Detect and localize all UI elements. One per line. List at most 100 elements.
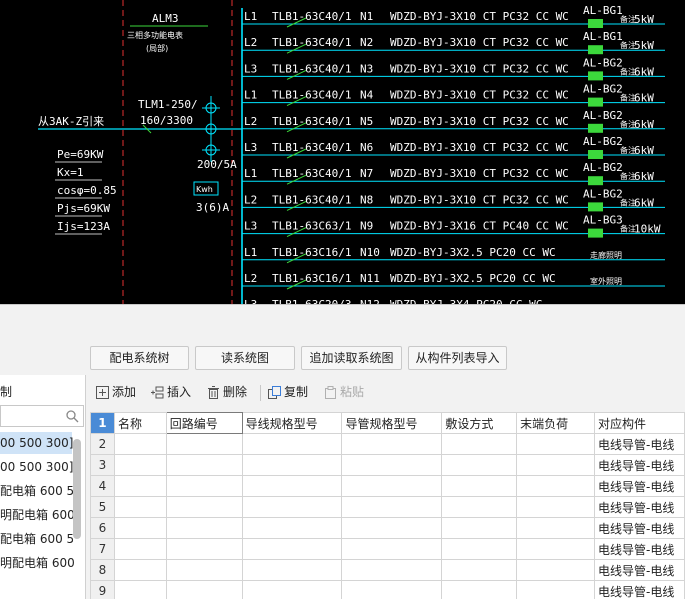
distribution-tree-button[interactable]: 配电系统树 <box>90 346 189 370</box>
table-cell[interactable] <box>441 475 518 497</box>
table-cell[interactable] <box>341 517 443 539</box>
tree-item-cabinet[interactable]: 明配电箱 600 <box>0 504 75 526</box>
table-row[interactable]: 1 名称 回路编号 导线规格型号 导管规格型号 敷设方式 末端负荷 对应构件 <box>90 412 685 434</box>
table-cell[interactable] <box>241 496 343 518</box>
table-cell[interactable] <box>113 538 167 560</box>
table-cell[interactable] <box>113 580 167 599</box>
table-row[interactable]: 2 电线导管-电线 <box>90 433 685 455</box>
add-button[interactable]: 添加 <box>96 383 136 401</box>
tree-item-cabinet[interactable]: 配电箱 600 5 <box>0 480 74 502</box>
table-cell[interactable] <box>241 580 343 599</box>
table-cell[interactable] <box>341 454 443 476</box>
table-cell[interactable] <box>113 433 167 455</box>
table-cell[interactable] <box>441 580 518 599</box>
table-cell[interactable] <box>165 475 243 497</box>
row-number[interactable]: 7 <box>90 538 115 560</box>
table-cell[interactable]: 电线导管-电线 <box>594 454 685 476</box>
table-cell[interactable]: 电线导管-电线 <box>594 475 685 497</box>
table-cell[interactable] <box>441 454 518 476</box>
import-from-list-button[interactable]: 从构件列表导入 <box>408 346 507 370</box>
row-number[interactable]: 2 <box>90 433 115 455</box>
paste-button[interactable]: 粘贴 <box>324 383 364 401</box>
table-row[interactable]: 9 电线导管-电线 <box>90 580 685 599</box>
table-cell[interactable] <box>241 454 343 476</box>
tree-item-cabinet[interactable]: 00 500 300] <box>0 456 73 478</box>
row-number[interactable]: 4 <box>90 475 115 497</box>
table-cell[interactable] <box>165 538 243 560</box>
table-cell[interactable] <box>441 517 518 539</box>
table-cell[interactable]: 电线导管-电线 <box>594 538 685 560</box>
tree-item-cabinet[interactable]: 00 500 300] <box>0 432 73 454</box>
circuit-grid[interactable]: 1 名称 回路编号 导线规格型号 导管规格型号 敷设方式 末端负荷 对应构件 2 电线导管-电线 3… <box>90 412 685 599</box>
row-number[interactable]: 1 <box>90 412 115 434</box>
table-cell[interactable] <box>113 454 167 476</box>
tree-item-cabinet[interactable]: 明配电箱 600 <box>0 552 75 574</box>
table-cell[interactable] <box>441 538 518 560</box>
column-header[interactable]: 名称 <box>113 412 167 434</box>
table-cell[interactable] <box>113 559 167 581</box>
append-read-button[interactable]: 追加读取系统图 <box>301 346 402 370</box>
delete-button[interactable]: 删除 <box>207 383 247 401</box>
table-cell[interactable] <box>113 496 167 518</box>
table-cell[interactable] <box>516 475 595 497</box>
tree-search-input[interactable] <box>0 405 84 427</box>
table-cell[interactable]: 电线导管-电线 <box>594 433 685 455</box>
table-cell[interactable] <box>516 559 595 581</box>
tree-scrollbar[interactable] <box>73 439 81 539</box>
table-cell[interactable] <box>165 433 243 455</box>
table-row[interactable]: 5 电线导管-电线 <box>90 496 685 518</box>
table-row[interactable]: 4 电线导管-电线 <box>90 475 685 497</box>
column-header[interactable]: 敷设方式 <box>441 412 518 434</box>
table-cell[interactable]: 电线导管-电线 <box>594 580 685 599</box>
table-cell[interactable] <box>241 475 343 497</box>
row-number[interactable]: 9 <box>90 580 115 599</box>
table-cell[interactable] <box>341 433 443 455</box>
column-header[interactable]: 导管规格型号 <box>341 412 443 434</box>
system-diagram[interactable]: ALM3 三相多功能电表 (局部) 从3AK-Z引来 TLM1-250/ 160… <box>0 0 685 304</box>
table-row[interactable]: 6 电线导管-电线 <box>90 517 685 539</box>
table-cell[interactable] <box>241 559 343 581</box>
copy-button[interactable]: 复制 <box>268 383 308 401</box>
table-cell[interactable] <box>241 538 343 560</box>
table-cell[interactable] <box>441 433 518 455</box>
insert-button[interactable]: 插入 <box>151 383 191 401</box>
column-header[interactable]: 导线规格型号 <box>241 412 343 434</box>
read-system-button[interactable]: 读系统图 <box>195 346 295 370</box>
search-icon[interactable] <box>65 409 79 423</box>
row-number[interactable]: 5 <box>90 496 115 518</box>
row-number[interactable]: 3 <box>90 454 115 476</box>
table-cell[interactable] <box>341 496 443 518</box>
table-cell[interactable] <box>341 559 443 581</box>
row-number[interactable]: 8 <box>90 559 115 581</box>
column-header[interactable]: 对应构件 <box>594 412 685 434</box>
tree-item-cabinet[interactable]: 配电箱 600 5 <box>0 528 74 550</box>
table-cell[interactable] <box>113 517 167 539</box>
table-row[interactable]: 7 电线导管-电线 <box>90 538 685 560</box>
row-number[interactable]: 6 <box>90 517 115 539</box>
table-cell[interactable] <box>165 580 243 599</box>
column-header[interactable]: 回路编号 <box>165 412 243 434</box>
table-cell[interactable] <box>516 433 595 455</box>
table-cell[interactable] <box>241 517 343 539</box>
cad-drawing-canvas[interactable]: ALM3 三相多功能电表 (局部) 从3AK-Z引来 TLM1-250/ 160… <box>0 0 685 304</box>
table-cell[interactable] <box>165 496 243 518</box>
table-row[interactable]: 3 电线导管-电线 <box>90 454 685 476</box>
table-cell[interactable] <box>516 496 595 518</box>
table-cell[interactable] <box>241 433 343 455</box>
table-cell[interactable] <box>341 580 443 599</box>
table-cell[interactable] <box>516 517 595 539</box>
table-cell[interactable] <box>165 559 243 581</box>
table-cell[interactable]: 电线导管-电线 <box>594 559 685 581</box>
table-cell[interactable] <box>341 475 443 497</box>
table-cell[interactable] <box>341 538 443 560</box>
column-header[interactable]: 末端负荷 <box>516 412 595 434</box>
table-row[interactable]: 8 电线导管-电线 <box>90 559 685 581</box>
table-cell[interactable] <box>441 496 518 518</box>
table-cell[interactable] <box>516 580 595 599</box>
table-cell[interactable] <box>441 559 518 581</box>
table-cell[interactable] <box>516 454 595 476</box>
table-cell[interactable]: 电线导管-电线 <box>594 496 685 518</box>
table-cell[interactable] <box>165 517 243 539</box>
table-cell[interactable]: 电线导管-电线 <box>594 517 685 539</box>
table-cell[interactable] <box>516 538 595 560</box>
